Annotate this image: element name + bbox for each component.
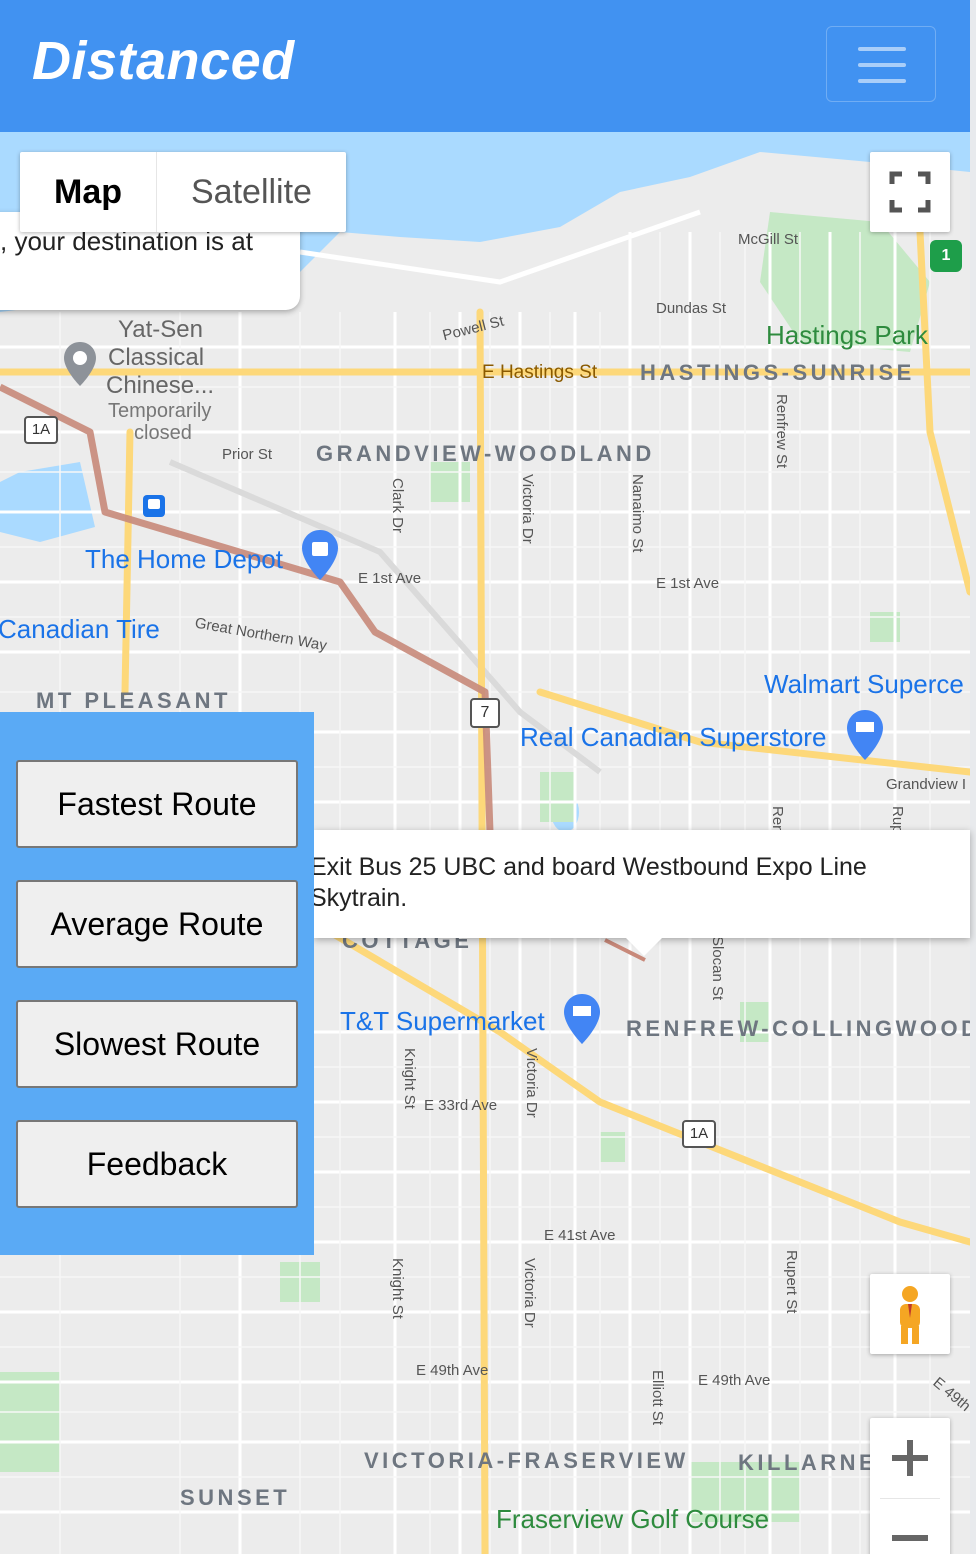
map-label-poi[interactable]: Walmart Superce <box>764 669 964 700</box>
map-label-street: Victoria Dr <box>519 474 536 544</box>
highway-shield-1a: 1A <box>24 416 58 444</box>
map-label-neighbourhood: GRANDVIEW-WOODLAND <box>316 441 655 466</box>
map-label-poi[interactable]: Real Canadian Superstore <box>520 722 826 753</box>
brand-logo[interactable]: Distanced <box>32 30 295 92</box>
map-label-street: E 33rd Ave <box>424 1097 498 1114</box>
pegman-icon <box>900 1286 920 1344</box>
transit-station-icon[interactable] <box>142 494 166 518</box>
map-label-street: Rupert St <box>783 1250 800 1314</box>
map-label-street: E 49th Ave <box>698 1372 771 1389</box>
map-label-street: Victoria Dr <box>523 1048 540 1118</box>
map-label-neighbourhood: SUNSET <box>180 1485 291 1510</box>
feedback-button[interactable]: Feedback <box>16 1120 298 1208</box>
fullscreen-icon <box>889 171 931 213</box>
map-label-street: Knight St <box>389 1258 406 1319</box>
map-label-park: Hastings Park <box>766 320 928 350</box>
map-label-street: E 1st Ave <box>358 570 422 587</box>
map-label-street: Prior St <box>222 446 273 463</box>
plus-icon <box>892 1440 928 1476</box>
garden-pin-icon[interactable] <box>62 340 98 388</box>
map-label-poi[interactable]: Yat-Sen <box>118 316 203 344</box>
map-label-street: E 41st Ave <box>544 1227 616 1244</box>
map-label-street: Clark Dr <box>389 478 406 533</box>
map-label-street: Grandview I <box>886 776 967 793</box>
map-label-street: E 1st Ave <box>656 575 720 592</box>
map-label-street: E 49th Ave <box>416 1362 489 1379</box>
zoom-control <box>870 1418 950 1554</box>
map-label-street: Victoria Dr <box>521 1258 538 1328</box>
map-label-street: Nanaimo St <box>629 474 646 553</box>
navbar: Distanced <box>0 0 970 132</box>
map-label-status: Temporarily <box>108 400 212 422</box>
map-label-poi[interactable]: T&T Supermarket <box>340 1006 545 1037</box>
map-label-street: E Hastings St <box>482 362 598 383</box>
map-label-poi[interactable]: Canadian Tire <box>0 614 160 645</box>
hamburger-menu-icon <box>858 47 906 51</box>
map-label-street: Knight St <box>401 1048 418 1109</box>
map-label-neighbourhood: VICTORIA-FRASERVIEW <box>364 1448 689 1473</box>
map-label-poi: Chinese... <box>106 372 215 399</box>
map-label-park: Fraserview Golf Course <box>496 1504 770 1534</box>
highway-shield-1a: 1A <box>682 1120 716 1148</box>
hamburger-line <box>858 63 906 67</box>
map-type-satellite-button[interactable]: Satellite <box>156 152 346 232</box>
map-label-neighbourhood: MT PLEASANT <box>36 688 231 713</box>
average-route-button[interactable]: Average Route <box>16 880 298 968</box>
map-label-poi: Classical <box>108 344 205 371</box>
map-label-street: Dundas St <box>656 300 727 317</box>
map-label-street: Slocan St <box>709 936 726 1001</box>
street-view-pegman-button[interactable] <box>870 1274 950 1354</box>
map-label-street: McGill St <box>738 231 798 248</box>
highway-shield-7: 7 <box>470 698 500 728</box>
fullscreen-button[interactable] <box>870 152 950 232</box>
map-type-control: Map Satellite <box>20 152 346 232</box>
map-label-neighbourhood: KILLARNE <box>738 1450 878 1475</box>
route-options-panel: Fastest Route Average Route Slowest Rout… <box>0 712 314 1255</box>
info-window-pointer <box>624 936 664 956</box>
slowest-route-button[interactable]: Slowest Route <box>16 1000 298 1088</box>
shopping-pin-icon[interactable] <box>300 528 340 582</box>
directions-info-window: Exit Bus 25 UBC and board Westbound Expo… <box>310 830 970 956</box>
hamburger-menu-button[interactable] <box>826 26 936 102</box>
fastest-route-button[interactable]: Fastest Route <box>16 760 298 848</box>
cart-pin-icon[interactable] <box>845 708 885 762</box>
zoom-out-button[interactable] <box>870 1498 950 1554</box>
map-label-street: Elliott St <box>649 1370 666 1426</box>
hamburger-line <box>858 79 906 83</box>
minus-icon <box>892 1535 928 1541</box>
cart-pin-icon[interactable] <box>562 992 602 1046</box>
map-label-neighbourhood: RENFREW-COLLINGWOOD <box>626 1016 970 1041</box>
map-label-status: closed <box>134 422 192 444</box>
map-label-neighbourhood: HASTINGS-SUNRISE <box>640 360 915 385</box>
map-type-map-button[interactable]: Map <box>20 152 156 232</box>
highway-shield-1: 1 <box>930 240 962 272</box>
map-label-poi[interactable]: The Home Depot <box>85 544 283 575</box>
directions-text: Exit Bus 25 UBC and board Westbound Expo… <box>310 853 867 912</box>
map-label-street: Renfrew St <box>773 394 790 469</box>
zoom-in-button[interactable] <box>870 1418 950 1498</box>
